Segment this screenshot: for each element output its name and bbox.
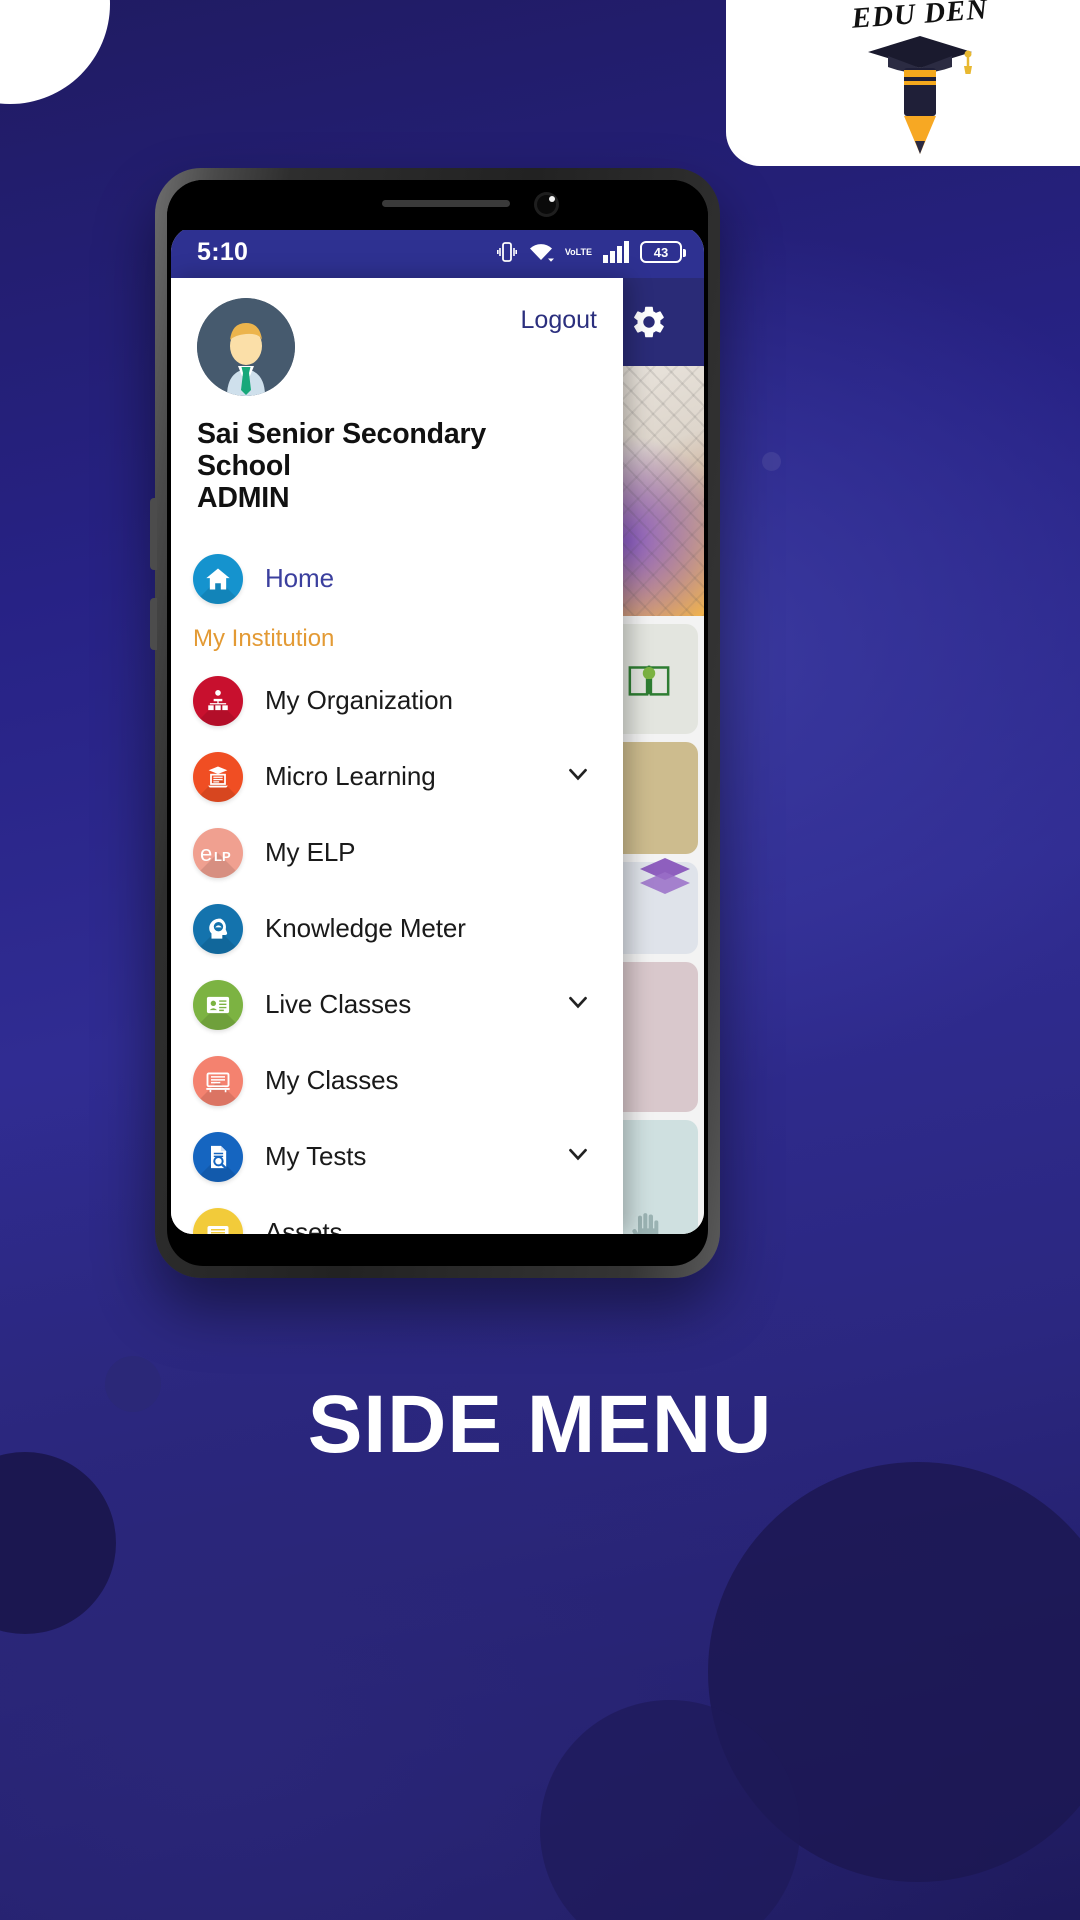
role-name: ADMIN [197,482,290,515]
home-icon [193,553,243,604]
menu-item-micro-learning-label: Micro Learning [265,761,436,792]
menu-section-my-institution: My Institution [193,624,335,652]
power-button[interactable] [150,598,157,650]
menu-item-my-classes[interactable]: My Classes [171,1043,623,1119]
pencil-icon [904,68,936,154]
battery-level: 43 [653,244,669,260]
graduation-laptop-icon [193,751,243,802]
status-icons: Vo LTE 43 [496,240,686,264]
classroom-icon [193,1055,243,1106]
gear-icon[interactable] [630,303,668,341]
layers-icon[interactable] [638,856,692,903]
menu-item-my-organization[interactable]: My Organization [171,663,623,739]
speaker-slot [382,200,510,207]
phone-frame: 5:10 Vo LTE 43 Logout Sai Senior Seconda… [150,168,720,1278]
side-menu-drawer: Logout Sai Senior Secondary School ADMIN [171,278,623,1234]
logo-badge: EDU DEN [726,0,1080,166]
menu-item-home-label: Home [265,563,334,594]
menu-item-assets-label: Assets [265,1217,343,1234]
volte-bottom: LTE [575,246,592,257]
menu-item-my-elp-label: My ELP [265,837,356,868]
brain-head-icon [193,903,243,954]
menu-item-my-tests-label: My Tests [265,1141,367,1172]
volume-button[interactable] [150,498,157,570]
menu-item-micro-learning[interactable]: Micro Learning [171,739,623,815]
organization-chart-icon [193,675,243,726]
front-camera-icon [534,192,559,217]
decorative-dot [762,452,781,471]
volte-top: Vo [564,246,576,257]
svg-text:e: e [200,841,212,866]
svg-text:LP: LP [214,849,231,864]
logout-button[interactable]: Logout [521,306,597,335]
menu-item-knowledge-meter[interactable]: Knowledge Meter [171,891,623,967]
status-bar: 5:10 Vo LTE 43 [171,226,704,278]
chevron-down-icon[interactable] [563,759,593,794]
menu-item-knowledge-meter-label: Knowledge Meter [265,913,466,944]
wifi-icon [528,241,554,263]
book-bulb-icon [628,665,670,696]
menu-item-my-tests[interactable]: My Tests [171,1119,623,1195]
menu-list: Home My Institution My Organization Micr… [171,541,623,1234]
menu-item-assets[interactable]: Assets [171,1195,623,1234]
menu-item-live-classes-label: Live Classes [265,989,412,1020]
id-card-icon [193,979,243,1030]
menu-item-home[interactable]: Home [171,541,623,617]
phone-screen: 5:10 Vo LTE 43 Logout Sai Senior Seconda… [167,180,708,1266]
menu-item-my-organization-label: My Organization [265,685,453,716]
menu-item-my-classes-label: My Classes [265,1065,399,1096]
vibrate-icon [496,240,517,264]
phone-notch [167,180,708,230]
caption-side-menu: SIDE MENU [307,1379,773,1470]
hand-icon [632,1213,659,1234]
menu-item-live-classes[interactable]: Live Classes [171,967,623,1043]
chevron-down-icon[interactable] [563,987,593,1022]
avatar[interactable] [197,298,295,396]
app-viewport: 5:10 Vo LTE 43 Logout Sai Senior Seconda… [171,226,704,1234]
signal-icon [603,241,629,263]
chevron-down-icon[interactable] [563,1139,593,1174]
battery-icon: 43 [640,241,686,263]
test-search-icon [193,1131,243,1182]
drawer-header: Logout Sai Senior Secondary School ADMIN [171,278,623,515]
elp-icon: e LP [193,827,243,878]
assets-icon [193,1207,243,1234]
app-body: en [171,278,704,1234]
status-time: 5:10 [197,237,249,266]
org-name: Sai Senior Secondary School [197,418,487,483]
volte-icon: Vo LTE [564,246,592,257]
menu-item-my-elp[interactable]: e LP My ELP [171,815,623,891]
logo-inner: EDU DEN [805,0,1035,158]
